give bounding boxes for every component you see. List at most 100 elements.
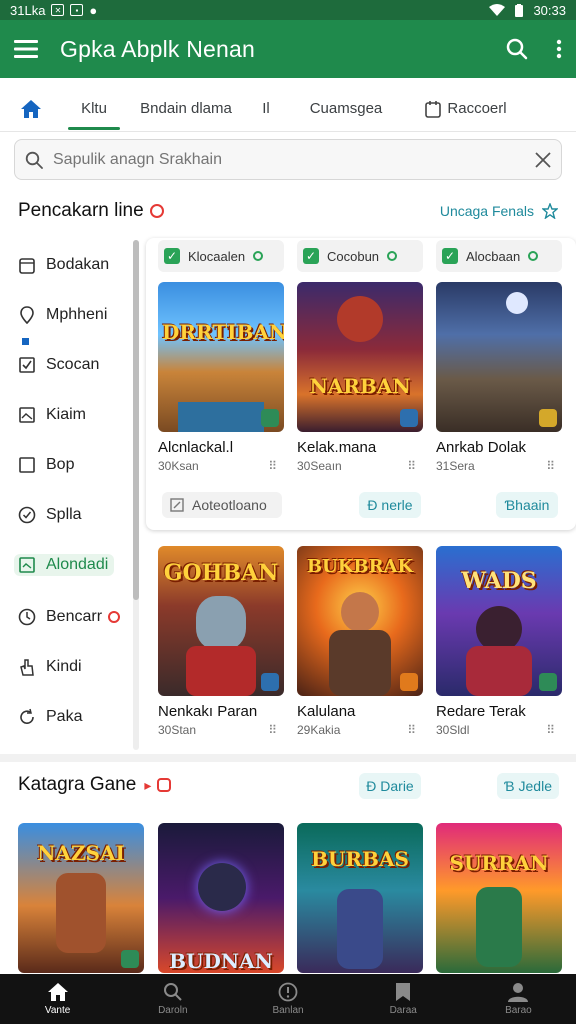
sidebar-item-kindi[interactable]: Kindi (18, 658, 82, 676)
game-card[interactable]: DRRTIBAN Alcnlackal.l 30Ksan ⠿ (158, 282, 284, 473)
game-title: Kelak.mana (297, 439, 377, 456)
search-icon (25, 151, 43, 169)
search-icon (163, 983, 182, 1001)
hand-icon (18, 658, 36, 676)
more-icon[interactable]: ⠿ (268, 459, 277, 473)
search-input[interactable] (53, 150, 535, 169)
button-label: Ɓ Jedle (504, 778, 552, 794)
game-card[interactable]: BUKBRAK Kalulana 29Kakia ⠿ (297, 546, 423, 737)
game-card[interactable]: NAZSAI (18, 823, 144, 973)
tab-label: Raccoerl (447, 100, 507, 117)
game-art (436, 282, 562, 432)
battery-icon (515, 3, 524, 17)
close-icon[interactable] (535, 151, 551, 168)
nav-item-profile[interactable]: Barao (461, 974, 576, 1024)
chip-label: Cocobun (327, 248, 380, 264)
sidebar-item-bodakan[interactable]: Bodakan (18, 256, 109, 274)
hero-head-shape (341, 592, 379, 632)
filter-chip[interactable]: ✓ Cocobun (297, 240, 423, 272)
nav-item-search[interactable]: Daroln (115, 974, 230, 1024)
game-card[interactable]: BURBAS (297, 823, 423, 973)
game-card[interactable]: SURRAN (436, 823, 562, 973)
section-link-label: Uncaga Fenals (439, 203, 534, 219)
more-icon[interactable]: ⠿ (268, 723, 277, 737)
scrollbar-thumb[interactable] (133, 240, 139, 600)
checkbox-icon: ✓ (164, 248, 180, 264)
tab-kltu[interactable]: Kltu (62, 86, 126, 132)
pin-icon (18, 306, 36, 324)
game-meta: 30Sldl ⠿ (436, 723, 562, 737)
sidebar-item-bop[interactable]: Bop (18, 456, 74, 474)
alert-badge-icon (108, 611, 121, 623)
tab-cuamsgea[interactable]: Cuamsgea (286, 86, 406, 132)
hero-shape (476, 887, 522, 967)
more-icon[interactable]: ⠿ (546, 723, 555, 737)
hero-head-shape (198, 863, 246, 911)
sidebar-item-alondadi[interactable]: Alondadi (14, 554, 115, 576)
tab-home[interactable] (0, 86, 62, 132)
more-icon[interactable]: ⠿ (407, 723, 416, 737)
footer-mid-button[interactable]: Ɖ nerle (359, 492, 421, 518)
tab-label: Cuamsgea (309, 100, 383, 117)
section-header-2: Katagra Gane ▸ (18, 774, 558, 796)
image-icon (18, 406, 36, 424)
game-card[interactable]: WADS Redare Terak 30Sldl ⠿ (436, 546, 562, 737)
tab-bndain[interactable]: Bndain dlama (126, 86, 246, 132)
game-art-title: SURRAN (449, 851, 549, 875)
game-title: Redare Terak (436, 703, 526, 720)
game-card[interactable]: Anrkab Dolak 31Sera ⠿ (436, 282, 562, 473)
game-meta: 29Kakia ⠿ (297, 723, 423, 737)
sidebar-item-mphheni[interactable]: Mphheni (18, 306, 107, 324)
nav-item-home[interactable]: Vante (0, 974, 115, 1024)
section-title: Pencakarn line (18, 200, 144, 221)
badge-icon (400, 673, 418, 691)
filter-chip[interactable]: ✓ Klocaalen (158, 240, 284, 272)
search-icon[interactable] (506, 38, 528, 60)
game-card[interactable]: NARBAN Kelak.mana 30Seaın ⠿ (297, 282, 423, 473)
sidebar-scrollbar[interactable] (133, 240, 139, 750)
sidebar-item-label: Bencarr (46, 608, 103, 625)
new-badge-icon (149, 204, 164, 218)
game-size: 30Stan (158, 723, 197, 737)
sidebar-item-splla[interactable]: Splla (18, 506, 82, 524)
game-art-title: BUKBRAK (306, 556, 414, 577)
refresh-icon (18, 708, 36, 726)
sidebar-item-kiaim[interactable]: Kiaim (18, 406, 86, 424)
tab-il[interactable]: Il (246, 86, 286, 132)
tab-raccoerl[interactable]: Raccoerl (406, 86, 526, 132)
sidebar-item-label: Kiaim (46, 406, 87, 423)
badge-icon (121, 950, 139, 968)
star-icon (542, 203, 558, 219)
sidebar-item-scocan[interactable]: Scocan (18, 356, 99, 374)
edit-icon (170, 498, 184, 512)
nav-item-bookmark[interactable]: Daraa (346, 974, 461, 1024)
sidebar-item-paka[interactable]: Paka (18, 708, 82, 726)
game-meta: 30Stan ⠿ (158, 723, 284, 737)
overflow-menu-icon[interactable] (556, 39, 562, 59)
app-root: 31Lka ✕ ▪ ● 30:33 Gpka Abplk Nenan Kltu … (0, 0, 576, 1024)
more-icon[interactable]: ⠿ (407, 459, 416, 473)
game-size: 30Sldl (436, 723, 470, 737)
nav-item-info[interactable]: Banlan (230, 974, 345, 1024)
hero-head-shape (196, 596, 246, 650)
sidebar-item-bencarr[interactable]: Bencarr (18, 608, 121, 626)
section2-button-1[interactable]: Ɖ Darie (359, 773, 421, 799)
game-title: Anrkab Dolak (436, 439, 527, 456)
game-art-title: GOHBAN (163, 560, 279, 586)
filter-chip[interactable]: ✓ Alocbaan (436, 240, 562, 272)
footer-right-button[interactable]: Ɓhaain (496, 492, 558, 518)
nav-label: Banlan (272, 1005, 304, 1016)
hero-head-shape (337, 296, 383, 342)
game-card[interactable]: BUDNAN (158, 823, 284, 973)
section2-button-2[interactable]: Ɓ Jedle (497, 773, 559, 799)
footer-filter-button[interactable]: Aoteotloano (162, 492, 282, 518)
game-art: NAZSAI (18, 823, 144, 973)
game-card[interactable]: GOHBAN Nenkakı Paran 30Stan ⠿ (158, 546, 284, 737)
checkbox-icon: ✓ (303, 248, 319, 264)
more-icon[interactable]: ⠿ (546, 459, 555, 473)
wifi-icon (489, 4, 506, 16)
section-link[interactable]: Uncaga Fenals (440, 203, 558, 219)
game-meta: 31Sera ⠿ (436, 459, 562, 473)
menu-icon[interactable] (14, 39, 38, 59)
game-art: BURBAS (297, 823, 423, 973)
